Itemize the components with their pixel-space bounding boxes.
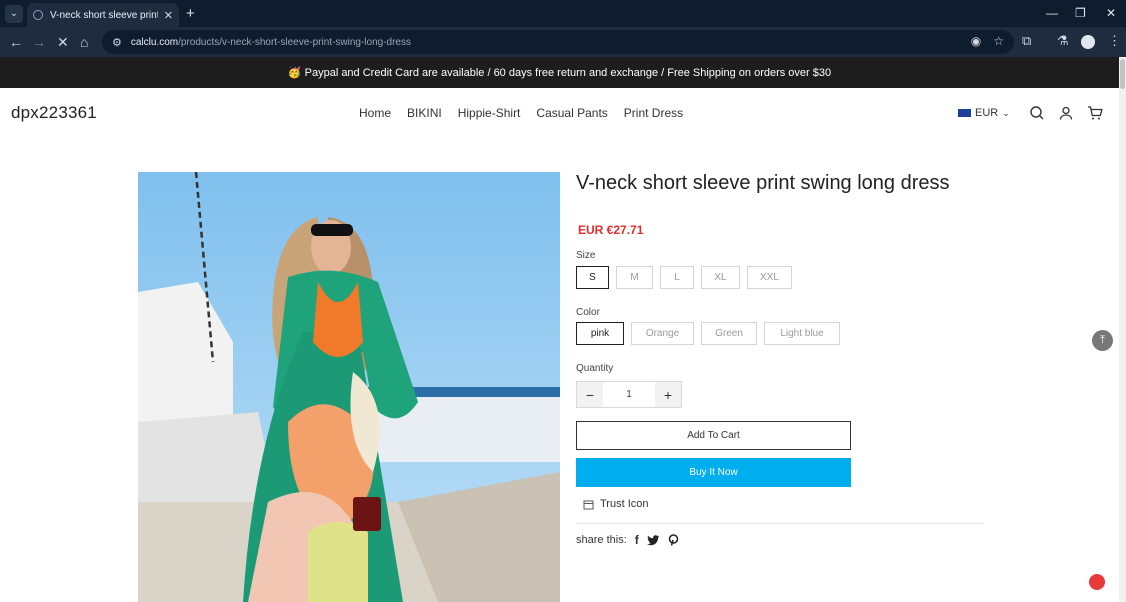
size-option-xl[interactable]: XL [701,266,740,289]
stop-icon[interactable]: ✕ [57,33,69,51]
pinterest-icon[interactable] [668,534,679,546]
home-icon[interactable]: ⌂ [80,33,88,51]
nav-casual-pants[interactable]: Casual Pants [536,106,607,120]
color-option-light-blue[interactable]: Light blue [764,322,840,345]
main-nav: Home BIKINI Hippie-Shirt Casual Pants Pr… [359,106,683,120]
nav-home[interactable]: Home [359,106,391,120]
facebook-icon[interactable]: f [635,533,639,547]
increase-quantity-button[interactable]: + [655,382,681,407]
quantity-stepper: − 1 + [576,381,682,408]
browser-tab[interactable]: V-neck short sleeve print swing long dre… [27,3,179,27]
nav-print-dress[interactable]: Print Dress [624,106,683,120]
tab-search-button[interactable]: ⌄ [5,4,23,23]
product-price: EUR €27.71 [578,223,644,237]
account-icon[interactable] [1058,105,1074,121]
size-option-l[interactable]: L [660,266,694,289]
chat-widget-icon[interactable] [1089,574,1105,590]
scrollbar-thumb[interactable] [1120,59,1125,89]
color-label: Color [576,307,600,318]
calendar-icon [583,500,594,509]
color-option-orange[interactable]: Orange [631,322,694,345]
announcement-bar: 🥳 Paypal and Credit Card are available /… [0,57,1119,88]
eu-flag-icon [958,109,971,117]
tab-title: V-neck short sleeve print swing long dre… [50,9,158,21]
add-to-cart-button[interactable]: Add To Cart [576,421,851,450]
divider [576,523,984,524]
size-label: Size [576,250,596,261]
extensions-icon[interactable]: ⧉ [1022,33,1031,49]
quantity-input[interactable]: 1 [603,382,655,407]
trust-badge: Trust Icon [583,498,649,510]
back-to-top-button[interactable]: ⤒ [1092,330,1113,351]
trust-label: Trust Icon [600,498,649,510]
buy-it-now-button[interactable]: Buy It Now [576,458,851,487]
address-bar[interactable]: ⚙ calclu.com/products/v-neck-short-sleev… [102,30,1014,54]
currency-selector[interactable]: EUR ⌄ [958,107,1010,119]
close-tab-icon[interactable]: ✕ [164,9,173,22]
eye-off-icon[interactable]: ◉ [971,34,981,48]
search-icon[interactable] [1029,105,1045,121]
product-title: V-neck short sleeve print swing long dre… [576,172,950,194]
share-row: share this: f [576,533,679,547]
close-window-icon[interactable]: ✕ [1106,6,1116,20]
restore-icon[interactable]: ❐ [1075,6,1086,20]
nav-hippie-shirt[interactable]: Hippie-Shirt [458,106,521,120]
url-text[interactable]: calclu.com/products/v-neck-short-sleeve-… [131,37,411,48]
page-scrollbar[interactable] [1119,57,1126,602]
new-tab-button[interactable]: + [186,5,195,22]
decrease-quantity-button[interactable]: − [577,382,603,407]
bookmark-star-icon[interactable]: ☆ [993,34,1004,48]
loading-icon [33,10,43,20]
browser-toolbar: ← → ✕ ⌂ ⚙ calclu.com/products/v-neck-sho… [0,27,1126,57]
cart-icon[interactable] [1087,105,1103,121]
store-logo[interactable]: dpx223361 [11,103,97,123]
profile-avatar-icon[interactable] [1081,35,1095,49]
nav-bikini[interactable]: BIKINI [407,106,442,120]
size-option-s[interactable]: S [576,266,609,289]
color-option-green[interactable]: Green [701,322,757,345]
currency-label: EUR [975,107,999,119]
chevron-down-icon: ⌄ [1002,107,1010,118]
twitter-icon[interactable] [646,534,660,546]
product-image[interactable] [138,172,560,602]
size-option-xxl[interactable]: XXL [747,266,792,289]
minimize-icon[interactable]: — [1046,6,1058,20]
quantity-label: Quantity [576,363,614,374]
forward-icon[interactable]: → [32,33,46,51]
size-option-m[interactable]: M [616,266,653,289]
share-label: share this: [576,534,627,546]
back-icon[interactable]: ← [9,33,23,51]
menu-dots-icon[interactable]: ⋮ [1108,33,1121,49]
color-option-pink[interactable]: pink [576,322,624,345]
site-info-icon[interactable]: ⚙ [112,36,122,49]
labs-icon[interactable]: ⚗ [1057,33,1069,49]
